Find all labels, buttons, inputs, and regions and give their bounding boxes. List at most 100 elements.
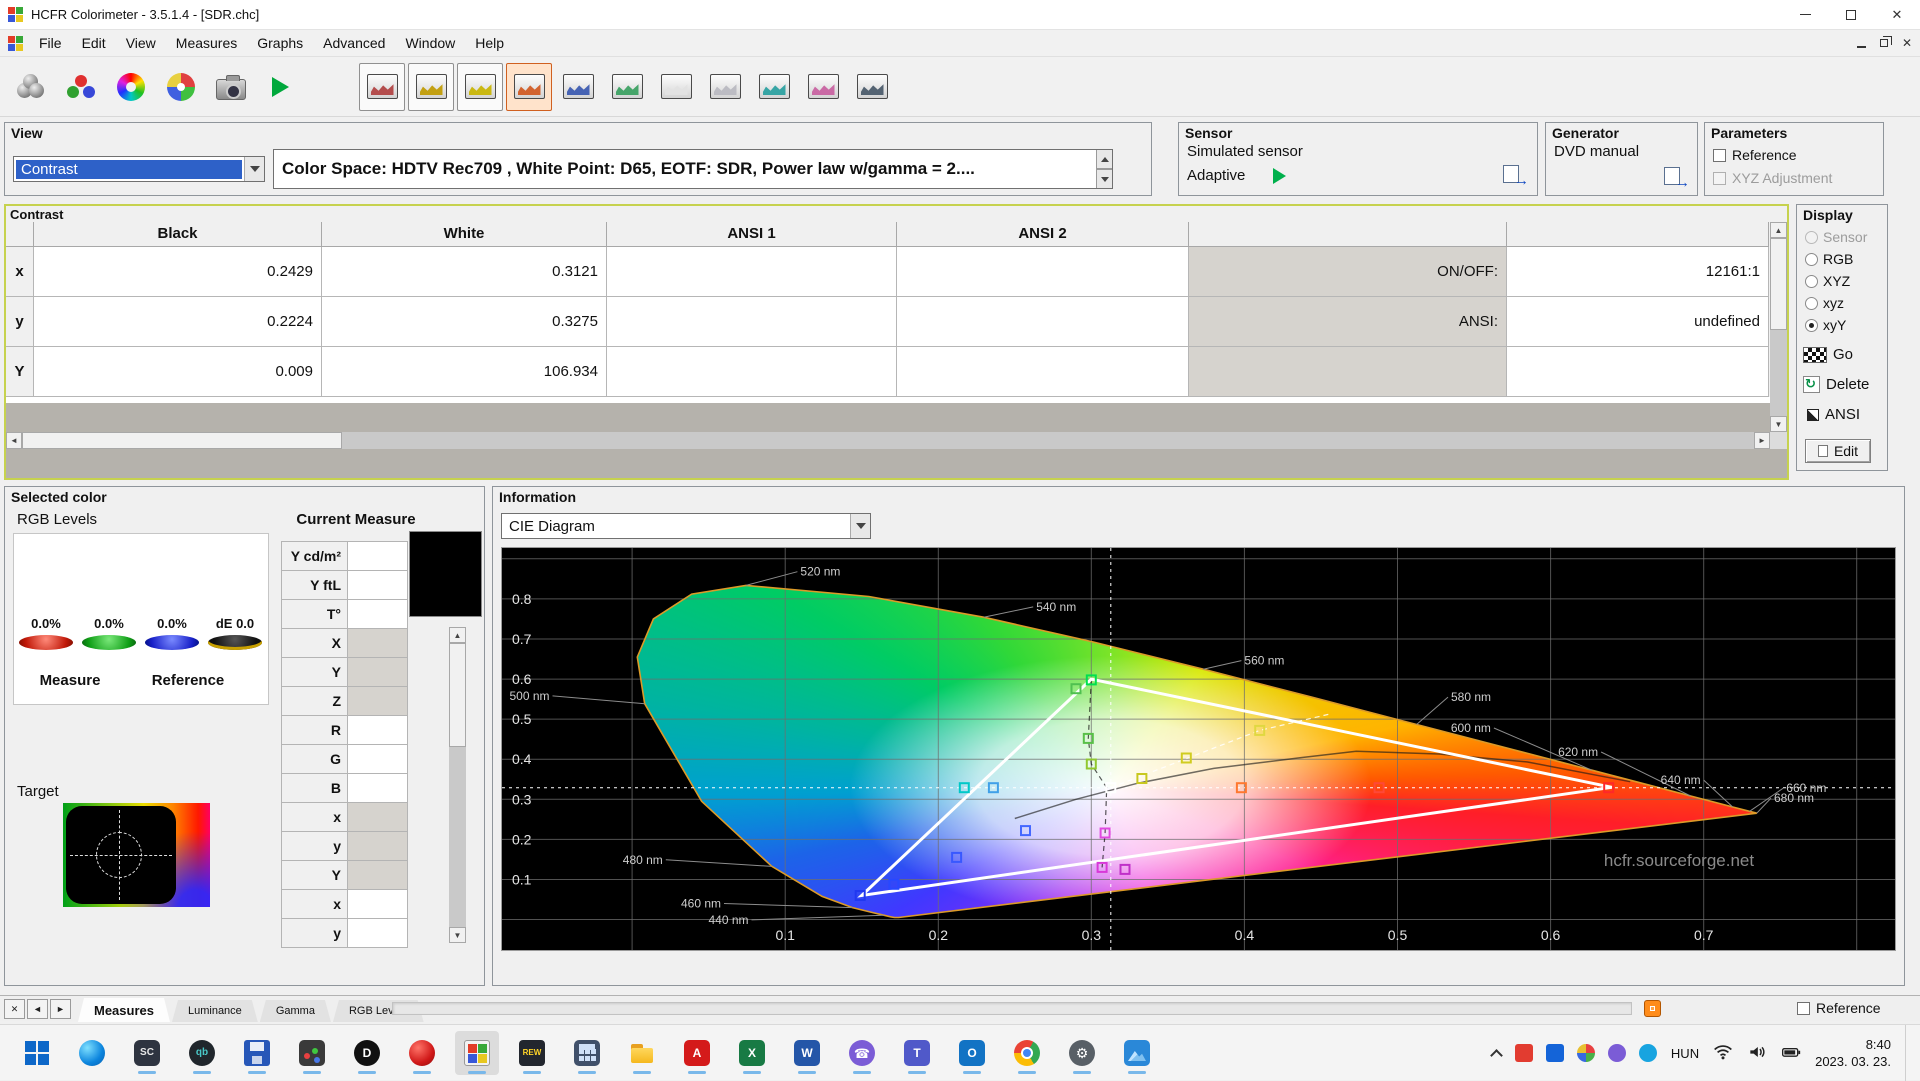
tray-expand-icon[interactable] xyxy=(1490,1046,1503,1062)
menu-item[interactable]: File xyxy=(29,32,72,54)
menu-item[interactable]: Window xyxy=(395,32,465,54)
outlook-icon[interactable]: O xyxy=(950,1031,994,1075)
chart-black-saturation-icon[interactable] xyxy=(702,63,748,111)
scroll-thumb[interactable] xyxy=(1770,238,1787,330)
radio-xyz-lower[interactable]: xyz xyxy=(1805,295,1887,311)
chart-rgb-levels-icon[interactable] xyxy=(359,62,405,111)
tab-scrollbar[interactable] xyxy=(392,1002,1632,1015)
radio-icon[interactable] xyxy=(1805,274,1818,288)
information-view-selector[interactable]: CIE Diagram xyxy=(501,513,871,539)
tab-scroll-right-icon[interactable]: ► xyxy=(50,999,71,1019)
excel-icon[interactable]: X xyxy=(730,1031,774,1075)
chevron-down-icon[interactable] xyxy=(244,157,264,181)
recorder-icon[interactable] xyxy=(400,1031,444,1075)
radio-xyz[interactable]: XYZ xyxy=(1805,273,1887,289)
ansi2-value-cell[interactable] xyxy=(897,347,1189,397)
word-icon[interactable]: W xyxy=(785,1031,829,1075)
settings-gear-icon[interactable]: ⚙ xyxy=(1060,1031,1104,1075)
qbittorrent-icon[interactable]: qb xyxy=(180,1031,224,1075)
generator-config-icon[interactable]: → xyxy=(1664,167,1690,191)
tray-messenger-icon[interactable] xyxy=(1638,1044,1657,1062)
contrast-vertical-scrollbar[interactable]: ▲ ▼ xyxy=(1770,222,1787,432)
ansi2-value-cell[interactable] xyxy=(897,247,1189,297)
bottom-tab[interactable]: Gamma xyxy=(260,1000,331,1022)
radio-selected-icon[interactable] xyxy=(1805,318,1818,332)
minimize-button[interactable] xyxy=(1782,0,1828,29)
taskbar-clock[interactable]: 8:40 2023. 03. 23. xyxy=(1815,1036,1891,1070)
tray-viber-icon[interactable] xyxy=(1607,1044,1626,1062)
sensor-run-icon[interactable] xyxy=(1273,167,1287,184)
calibration-spheres-icon[interactable] xyxy=(8,63,53,111)
chart-luminance-icon[interactable] xyxy=(457,62,503,111)
battery-icon[interactable] xyxy=(1781,1042,1801,1065)
bottom-tab[interactable]: Measures xyxy=(78,998,170,1022)
tray-color-icon[interactable] xyxy=(1576,1044,1595,1062)
viber-icon[interactable]: ☎ xyxy=(840,1031,884,1075)
color-cluster-icon[interactable] xyxy=(158,63,203,111)
teams-icon[interactable]: T xyxy=(895,1031,939,1075)
scroll-thumb[interactable] xyxy=(449,643,466,747)
language-indicator[interactable]: HUN xyxy=(1671,1046,1699,1061)
scroll-down-icon[interactable]: ▼ xyxy=(449,927,466,943)
mdi-restore-icon[interactable] xyxy=(1879,36,1892,47)
black-value-cell[interactable]: 0.2224 xyxy=(34,297,322,347)
edge-icon[interactable] xyxy=(70,1031,114,1075)
scroll-thumb[interactable] xyxy=(22,432,342,449)
measure-scrollbar[interactable]: ▲ ▼ xyxy=(449,627,466,943)
ansi2-value-cell[interactable] xyxy=(897,297,1189,347)
tab-scroll-left-icon[interactable]: ◄ xyxy=(27,999,48,1019)
measure-value[interactable] xyxy=(348,716,408,745)
save-tool-icon[interactable] xyxy=(235,1031,279,1075)
radio-xyY[interactable]: xyY xyxy=(1805,317,1887,333)
chart-white-saturation-icon[interactable] xyxy=(653,63,699,111)
close-button[interactable]: ✕ xyxy=(1874,0,1920,29)
menu-item[interactable]: View xyxy=(116,32,166,54)
delete-button[interactable]: Delete xyxy=(1803,376,1887,393)
ansi1-value-cell[interactable] xyxy=(607,297,897,347)
status-notification-icon[interactable] xyxy=(1644,1000,1661,1017)
rew-icon[interactable]: REW xyxy=(510,1031,554,1075)
scroll-down-icon[interactable]: ▼ xyxy=(1770,416,1787,432)
measure-value[interactable] xyxy=(348,832,408,861)
scroll-up-icon[interactable]: ▲ xyxy=(449,627,466,643)
white-value-cell[interactable]: 106.934 xyxy=(322,347,607,397)
spinner-down-icon[interactable] xyxy=(1096,169,1112,188)
scroll-right-icon[interactable]: ► xyxy=(1754,432,1770,449)
menu-item[interactable]: Edit xyxy=(72,32,116,54)
camera-icon[interactable] xyxy=(208,63,253,111)
radio-icon[interactable] xyxy=(1805,296,1818,310)
menu-item[interactable]: Graphs xyxy=(247,32,313,54)
menu-item[interactable]: Advanced xyxy=(313,32,395,54)
edit-button[interactable]: Edit xyxy=(1805,439,1871,463)
measure-value[interactable] xyxy=(348,629,408,658)
chevron-down-icon[interactable] xyxy=(850,514,870,538)
go-button[interactable]: Go xyxy=(1803,346,1887,363)
file-explorer-icon[interactable] xyxy=(620,1031,664,1075)
chart-near-white-icon[interactable] xyxy=(800,63,846,111)
window-titlebar[interactable]: HCFR Colorimeter - 3.5.1.4 - [SDR.chc] ✕ xyxy=(0,0,1920,30)
measure-value[interactable] xyxy=(348,542,408,571)
tray-red-icon[interactable] xyxy=(1514,1044,1533,1062)
measure-value[interactable] xyxy=(348,658,408,687)
chart-gamma-icon[interactable] xyxy=(408,62,454,111)
bottom-tab[interactable]: Luminance xyxy=(172,1000,258,1022)
contrast-horizontal-scrollbar[interactable]: ◄ ► xyxy=(6,432,1770,449)
checkbox-icon[interactable] xyxy=(1713,148,1726,162)
radio-rgb[interactable]: RGB xyxy=(1805,251,1887,267)
measure-value[interactable] xyxy=(348,745,408,774)
photos-icon[interactable] xyxy=(1115,1031,1159,1075)
chart-near-black-icon[interactable] xyxy=(751,63,797,111)
run-measures-play-icon[interactable] xyxy=(258,63,303,111)
app-sc-icon[interactable]: SC xyxy=(125,1031,169,1075)
measure-value[interactable] xyxy=(348,774,408,803)
chrome-icon[interactable] xyxy=(1005,1031,1049,1075)
measure-value[interactable] xyxy=(348,803,408,832)
measure-value[interactable] xyxy=(348,919,408,948)
white-value-cell[interactable]: 0.3275 xyxy=(322,297,607,347)
chart-rgb-curve-icon[interactable] xyxy=(555,63,601,111)
color-wheel-icon[interactable] xyxy=(108,63,153,111)
radio-icon[interactable] xyxy=(1805,252,1818,266)
menu-item[interactable]: Help xyxy=(465,32,514,54)
black-value-cell[interactable]: 0.2429 xyxy=(34,247,322,297)
mdi-minimize-icon[interactable] xyxy=(1856,38,1866,48)
